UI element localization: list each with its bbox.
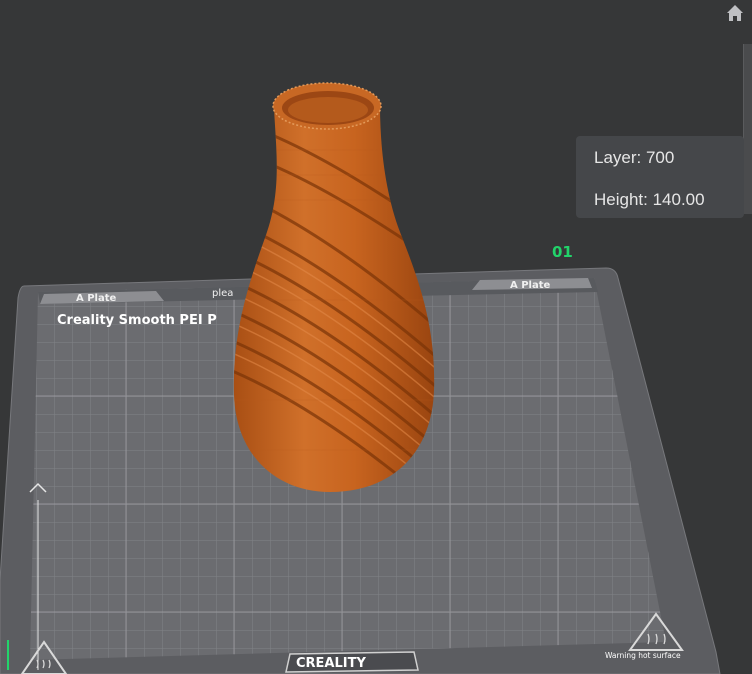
home-view-button[interactable] — [724, 2, 746, 24]
plate-tab-left-label: A Plate — [76, 293, 117, 304]
plate-number: 01 — [552, 243, 573, 261]
scene-canvas[interactable]: 01 A Plate A Plate plea Creality Smooth … — [0, 0, 752, 674]
3d-viewport[interactable]: 01 A Plate A Plate plea Creality Smooth … — [0, 0, 752, 674]
plate-tab-right-label: A Plate — [510, 280, 551, 291]
home-icon — [727, 5, 743, 21]
layer-label: Layer: 700 — [594, 148, 675, 167]
layer-slider-track[interactable] — [743, 44, 752, 214]
height-label: Height: 140.00 — [594, 190, 705, 209]
vase-model — [233, 82, 435, 492]
plate-notice-text: plea — [212, 288, 233, 299]
plate-surface-name: Creality Smooth PEI P — [57, 313, 217, 328]
brand-logo-text: CREALITY — [296, 656, 366, 671]
layer-info-panel: Layer: 700 Height: 140.00 — [576, 136, 744, 218]
warning-text: Warning hot surface — [605, 651, 681, 660]
